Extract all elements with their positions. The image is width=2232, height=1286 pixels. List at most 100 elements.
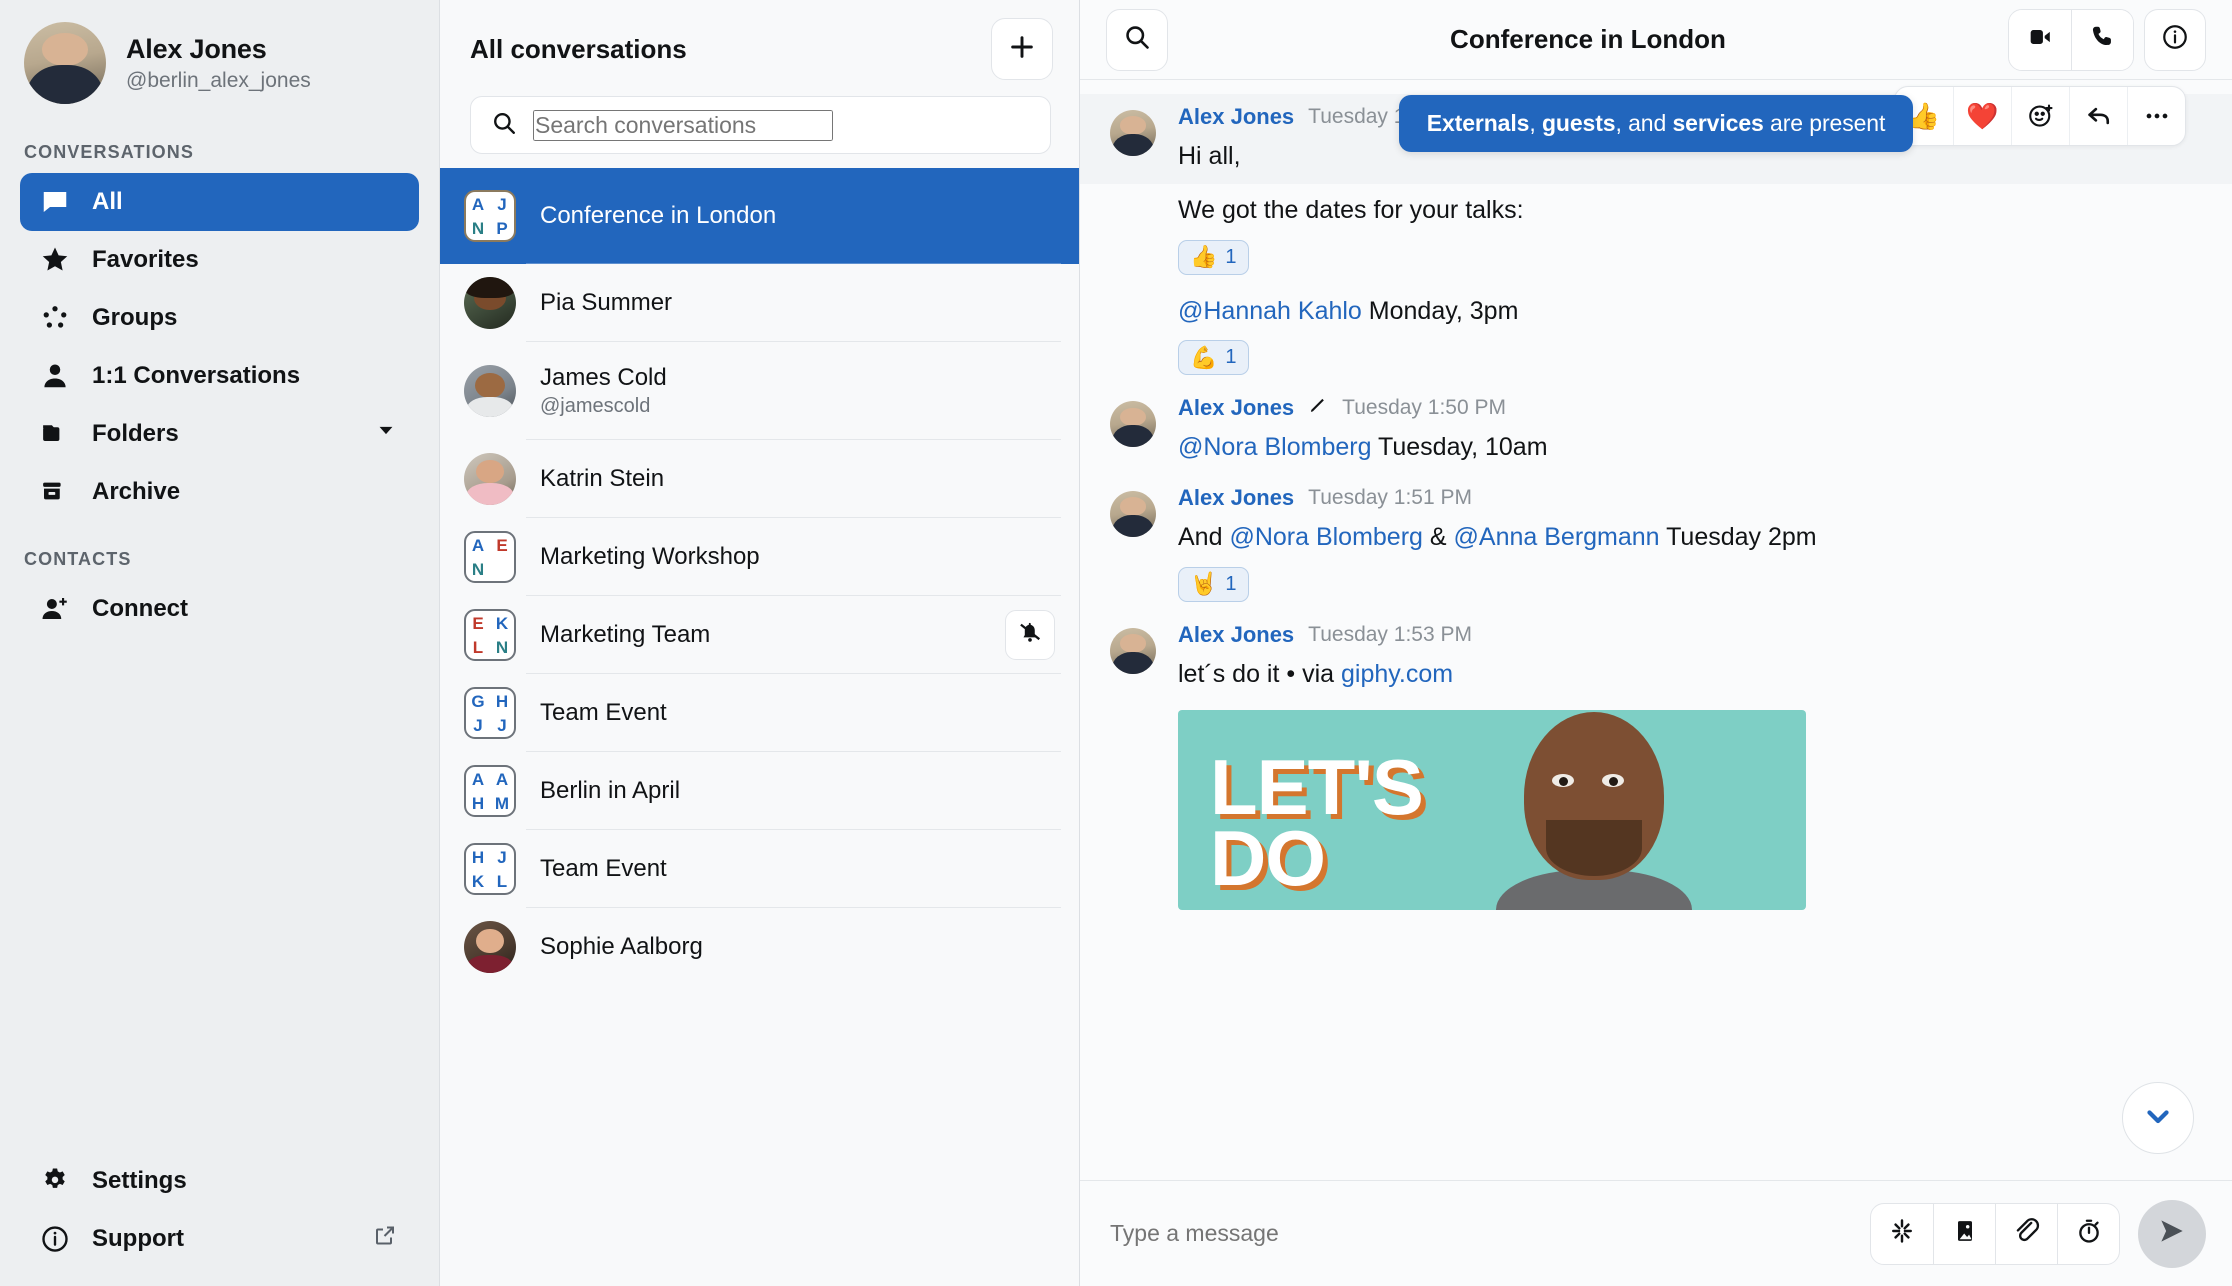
conversation-items: A J N P Conference in London Pia Summer [440, 168, 1079, 1286]
send-arrow-icon [2156, 1215, 2188, 1252]
gif-attachment[interactable]: LET'SDO [1178, 710, 1806, 910]
chat-panel: Conference in London [1080, 0, 2232, 1286]
message-row[interactable]: Alex Jones Tuesday 1:51 PM And @Nora Blo… [1080, 475, 2232, 612]
sidebar-item-favorites[interactable]: Favorites [20, 231, 419, 289]
reaction-chip[interactable]: 👍 1 [1178, 240, 1249, 275]
phone-icon [2089, 23, 2117, 56]
external-link-icon[interactable] [373, 1224, 397, 1255]
mention-nora-blomberg[interactable]: @Nora Blomberg [1229, 523, 1423, 551]
person-add-icon [40, 594, 70, 624]
message-author[interactable]: Alex Jones [1178, 104, 1294, 130]
sidebar-item-all[interactable]: All [20, 173, 419, 231]
sidebar-item-settings[interactable]: Settings [20, 1152, 419, 1210]
sidebar-item-label: Folders [92, 420, 179, 448]
chat-search-button[interactable] [1106, 9, 1168, 71]
mention-hannah-kahlo[interactable]: @Hannah Kahlo [1178, 297, 1362, 325]
sidebar-item-groups[interactable]: Groups [20, 289, 419, 347]
sidebar-item-label: Support [92, 1225, 184, 1253]
insert-image-button[interactable] [1933, 1204, 1995, 1264]
bell-muted-icon [1017, 620, 1043, 651]
composer-tools-group [1870, 1203, 2120, 1265]
message-text: @Nora Blomberg Tuesday, 10am [1178, 431, 2196, 465]
list-item-label: Team Event [540, 855, 1055, 883]
sidebar-item-label: Settings [92, 1167, 187, 1195]
group-avatar-tile: A E N [464, 531, 516, 583]
sparkle-button[interactable] [1871, 1204, 1933, 1264]
avatar [24, 22, 106, 104]
reaction-chip[interactable]: 🤘 1 [1178, 567, 1249, 602]
rock-on-icon: 🤘 [1190, 573, 1217, 595]
message-author[interactable]: Alex Jones [1178, 485, 1294, 511]
sidebar-item-folders[interactable]: Folders [20, 405, 419, 463]
mention-nora-blomberg[interactable]: @Nora Blomberg [1178, 433, 1372, 461]
sidebar-item-one-to-one[interactable]: 1:1 Conversations [20, 347, 419, 405]
message-list[interactable]: Alex Jones Tuesday 1:49 PM Hi all, 👍 ❤️ [1080, 80, 2232, 1180]
message-row[interactable]: We got the dates for your talks: 👍 1 [1080, 184, 2232, 285]
nav-contacts: Connect [0, 580, 439, 638]
mention-anna-bergmann[interactable]: @Anna Bergmann [1454, 523, 1660, 551]
timer-button[interactable] [2057, 1204, 2119, 1264]
message-author[interactable]: Alex Jones [1178, 395, 1294, 421]
video-call-button[interactable] [2009, 10, 2071, 70]
add-reaction-icon[interactable] [2011, 87, 2069, 145]
sidebar-item-support[interactable]: Support [20, 1210, 419, 1268]
message-input[interactable] [1110, 1220, 1852, 1247]
avatar [464, 453, 516, 505]
info-circle-icon [40, 1224, 70, 1254]
list-item[interactable]: Sophie Aalborg [440, 908, 1079, 986]
list-item[interactable]: E K L N Marketing Team [440, 596, 1079, 674]
tile-letter: H [472, 795, 484, 812]
sidebar-item-label: Archive [92, 478, 180, 506]
conversation-info-button[interactable] [2144, 9, 2206, 71]
new-conversation-button[interactable] [991, 18, 1053, 80]
sidebar-spacer [0, 638, 439, 1152]
message-text-plain: & [1423, 523, 1454, 551]
sidebar-item-label: Groups [92, 304, 177, 332]
message-timestamp: Tuesday 1:51 PM [1308, 486, 1472, 510]
sidebar-item-archive[interactable]: Archive [20, 463, 419, 521]
search-input[interactable] [533, 110, 833, 141]
list-item[interactable]: Katrin Stein [440, 440, 1079, 518]
reaction-chip[interactable]: 💪 1 [1178, 340, 1249, 375]
banner-sep-2: , and [1616, 110, 1673, 136]
giphy-link[interactable]: giphy.com [1341, 660, 1453, 688]
message-row[interactable]: @Hannah Kahlo Monday, 3pm 💪 1 [1080, 285, 2232, 386]
list-item[interactable]: G H J J Team Event [440, 674, 1079, 752]
message-row[interactable]: Alex Jones Tuesday 1:50 PM @Nora Blomber… [1080, 385, 2232, 475]
tile-letter: H [496, 693, 508, 710]
group-avatar-tile: E K L N [464, 609, 516, 661]
tile-letter: E [496, 537, 507, 554]
gear-icon [40, 1166, 70, 1196]
page-title: Alex Jones [126, 34, 311, 65]
paperclip-icon [2013, 1217, 2041, 1250]
status-badge[interactable]: Externals, guests, and services are pres… [1399, 95, 1914, 152]
person-icon [40, 361, 70, 391]
list-item[interactable]: Pia Summer [440, 264, 1079, 342]
list-item[interactable]: A E N Marketing Workshop [440, 518, 1079, 596]
list-item[interactable]: James Cold @jamescold [440, 342, 1079, 440]
list-item[interactable]: A J N P Conference in London [440, 168, 1079, 264]
reply-arrow-icon[interactable] [2069, 87, 2127, 145]
tile-letter: K [496, 615, 508, 632]
profile-header[interactable]: Alex Jones @berlin_alex_jones [0, 0, 439, 114]
search-icon [491, 110, 517, 141]
list-item[interactable]: H J K L Team Event [440, 830, 1079, 908]
video-camera-icon [2026, 23, 2054, 56]
more-dots-icon[interactable] [2127, 87, 2185, 145]
list-item[interactable]: A A H M Berlin in April [440, 752, 1079, 830]
scroll-to-bottom-button[interactable] [2122, 1082, 2194, 1154]
attach-file-button[interactable] [1995, 1204, 2057, 1264]
banner-word-services: services [1672, 110, 1763, 136]
message-author[interactable]: Alex Jones [1178, 622, 1294, 648]
chevron-down-icon[interactable] [375, 420, 397, 449]
sidebar-item-connect[interactable]: Connect [20, 580, 419, 638]
sparkle-icon [1888, 1217, 1916, 1250]
phone-call-button[interactable] [2071, 10, 2133, 70]
mute-toggle-button[interactable] [1005, 610, 1055, 660]
gif-caption: LET'SDO [1210, 752, 1423, 896]
message-row[interactable]: Alex Jones Tuesday 1:53 PM let´s do it •… [1080, 612, 2232, 920]
search-conversations-box[interactable] [470, 96, 1051, 154]
heart-icon[interactable]: ❤️ [1953, 87, 2011, 145]
send-message-button[interactable] [2138, 1200, 2206, 1268]
sidebar-item-label: 1:1 Conversations [92, 362, 300, 390]
